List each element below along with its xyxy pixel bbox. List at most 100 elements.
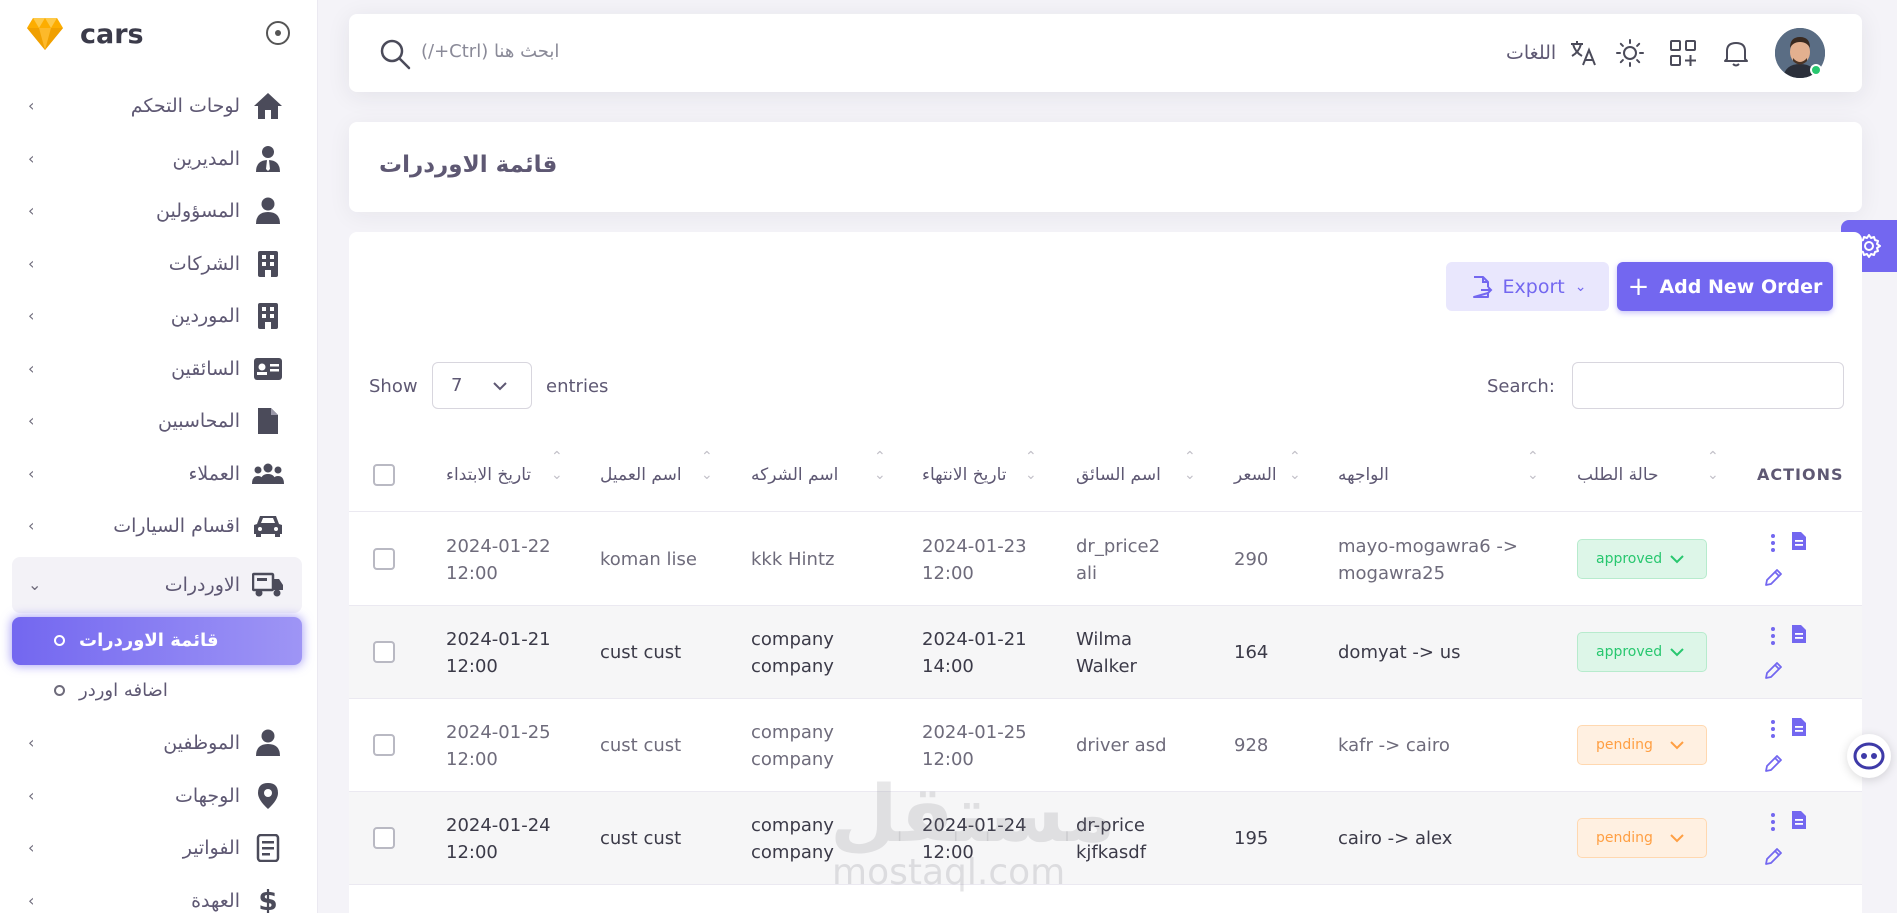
sidebar: cars ‹ لوحات التحكم ‹ المديرين ‹ المسؤول… <box>0 0 318 913</box>
sidebar-item-destinations[interactable]: ‹ الوجهات <box>12 770 302 823</box>
cell-route: mayo-mogawra6 -> mogawra25 <box>1338 535 1518 584</box>
sidebar-item-managers[interactable]: ‹ المديرين <box>12 133 302 186</box>
chevron-down-icon <box>1670 834 1684 843</box>
page-header-card: قائمة الاوردرات <box>349 122 1862 212</box>
chevron-left-icon: ‹ <box>28 733 35 753</box>
sidebar-item-admins[interactable]: ‹ المسؤولين <box>12 185 302 238</box>
search-icon[interactable] <box>379 38 411 70</box>
sidebar-item-orders[interactable]: ⌄ الاوردرات <box>12 556 302 613</box>
column-header-route[interactable]: الواجهه <box>1338 437 1389 512</box>
chevron-left-icon: ‹ <box>28 148 35 168</box>
chevron-down-icon <box>1670 741 1684 750</box>
sidebar-item-label: العهدة <box>191 889 240 912</box>
edit-pencil-icon[interactable] <box>1763 661 1783 681</box>
cell-end-date: 2024-01-24 12:00 <box>922 814 1027 863</box>
sidebar-subitem-orders-list[interactable]: قائمة الاوردرات <box>12 616 302 665</box>
cell-route: domyat -> us <box>1338 642 1461 663</box>
status-label: pending <box>1596 737 1653 753</box>
bell-icon[interactable] <box>1721 38 1751 68</box>
apps-add-icon[interactable] <box>1668 38 1698 68</box>
add-new-order-button[interactable]: + Add New Order <box>1617 262 1833 311</box>
cell-driver: dr-price kjfkasdf <box>1076 814 1147 863</box>
table-search-input[interactable] <box>1572 362 1844 409</box>
status-dropdown[interactable]: pending <box>1577 725 1707 765</box>
search-placeholder[interactable]: ابحث هنا (Ctrl+/) <box>421 41 559 62</box>
edit-pencil-icon[interactable] <box>1763 568 1783 588</box>
sidebar-item-drivers[interactable]: ‹ السائقين <box>12 343 302 396</box>
export-button[interactable]: Export ⌄ <box>1446 262 1609 311</box>
edit-pencil-icon[interactable] <box>1763 754 1783 774</box>
sidebar-item-employees[interactable]: ‹ الموظفين <box>12 717 302 770</box>
invoice-icon <box>252 833 284 863</box>
status-label: pending <box>1596 830 1653 846</box>
document-icon[interactable] <box>1789 624 1809 644</box>
sidebar-item-dashboards[interactable]: ‹ لوحات التحكم <box>12 80 302 133</box>
chevron-left-icon: ‹ <box>28 838 35 858</box>
more-vertical-icon[interactable] <box>1763 719 1783 739</box>
chevron-left-icon: ‹ <box>28 516 35 536</box>
sidebar-item-suppliers[interactable]: ‹ الموردين <box>12 290 302 343</box>
column-header-status[interactable]: حالة الطلب <box>1577 437 1659 512</box>
sort-icon[interactable] <box>1289 437 1303 512</box>
online-status-dot <box>1810 64 1822 76</box>
cell-company: company company <box>751 814 834 863</box>
sort-icon[interactable] <box>874 437 888 512</box>
cell-company: kkk Hintz <box>751 549 835 570</box>
add-new-order-label: Add New Order <box>1659 275 1823 298</box>
column-header-end-date[interactable]: تاريخ الانتهاء <box>922 437 1007 512</box>
sidebar-item-clients[interactable]: ‹ العملاء <box>12 448 302 501</box>
sidebar-collapse-toggle[interactable] <box>266 21 290 45</box>
status-dropdown[interactable]: approved <box>1577 632 1707 672</box>
row-checkbox[interactable] <box>373 827 395 849</box>
column-header-client[interactable]: اسم العميل <box>600 437 682 512</box>
table-header: تاريخ الابتداء اسم العميل اسم الشركه تار… <box>349 437 1862 512</box>
chevron-left-icon: ‹ <box>28 306 35 326</box>
brand[interactable]: cars <box>26 14 144 54</box>
export-label: Export <box>1502 275 1565 298</box>
document-icon[interactable] <box>1789 810 1809 830</box>
cell-start-date: 2024-01-25 12:00 <box>446 721 551 770</box>
sort-icon[interactable] <box>551 437 565 512</box>
sidebar-item-label: السائقين <box>171 357 240 380</box>
column-header-company[interactable]: اسم الشركه <box>751 437 838 512</box>
sidebar-item-invoices[interactable]: ‹ الفواتير <box>12 822 302 875</box>
chevron-down-icon <box>493 382 507 391</box>
column-header-label: الواجهه <box>1338 464 1389 485</box>
page-size-select[interactable]: 7 <box>432 362 532 409</box>
sort-icon[interactable] <box>1707 437 1721 512</box>
edit-pencil-icon[interactable] <box>1763 847 1783 867</box>
select-all-checkbox[interactable] <box>373 464 395 486</box>
column-header-price[interactable]: السعر <box>1234 437 1277 512</box>
cell-driver: driver asd <box>1076 735 1167 756</box>
more-vertical-icon[interactable] <box>1763 626 1783 646</box>
more-vertical-icon[interactable] <box>1763 812 1783 832</box>
sidebar-item-custody[interactable]: ‹ العهدة $ <box>12 875 302 913</box>
languages-menu[interactable]: اللغات <box>1506 38 1598 68</box>
chat-bot-button[interactable] <box>1847 734 1891 778</box>
sort-icon[interactable] <box>1025 437 1039 512</box>
status-dropdown[interactable]: approved <box>1577 539 1707 579</box>
row-checkbox[interactable] <box>373 734 395 756</box>
sort-icon[interactable] <box>1184 437 1198 512</box>
column-header-driver[interactable]: اسم السائق <box>1076 437 1161 512</box>
row-checkbox[interactable] <box>373 548 395 570</box>
sun-icon[interactable] <box>1615 38 1645 68</box>
document-icon[interactable] <box>1789 531 1809 551</box>
table-row: 2024-01-22 12:00 koman lise kkk Hintz 20… <box>349 513 1862 606</box>
column-header-start-date[interactable]: تاريخ الابتداء <box>446 437 531 512</box>
cell-client: cust cust <box>600 642 682 663</box>
cell-route: cairo -> alex <box>1338 828 1453 849</box>
row-checkbox[interactable] <box>373 641 395 663</box>
sidebar-item-car-sections[interactable]: ‹ اقسام السيارات <box>12 500 302 553</box>
sort-icon[interactable] <box>701 437 715 512</box>
table-row: 2024-01-24 12:00 cust cust company compa… <box>349 792 1862 885</box>
document-icon[interactable] <box>1789 717 1809 737</box>
status-dropdown[interactable]: pending <box>1577 818 1707 858</box>
chevron-down-icon <box>1670 648 1684 657</box>
sidebar-item-label: الفواتير <box>182 837 240 860</box>
sidebar-item-companies[interactable]: ‹ الشركات <box>12 238 302 291</box>
more-vertical-icon[interactable] <box>1763 533 1783 553</box>
sidebar-subitem-add-order[interactable]: اضافه اوردر <box>12 665 302 718</box>
sort-icon[interactable] <box>1527 437 1541 512</box>
sidebar-item-accountants[interactable]: ‹ المحاسبين <box>12 395 302 448</box>
